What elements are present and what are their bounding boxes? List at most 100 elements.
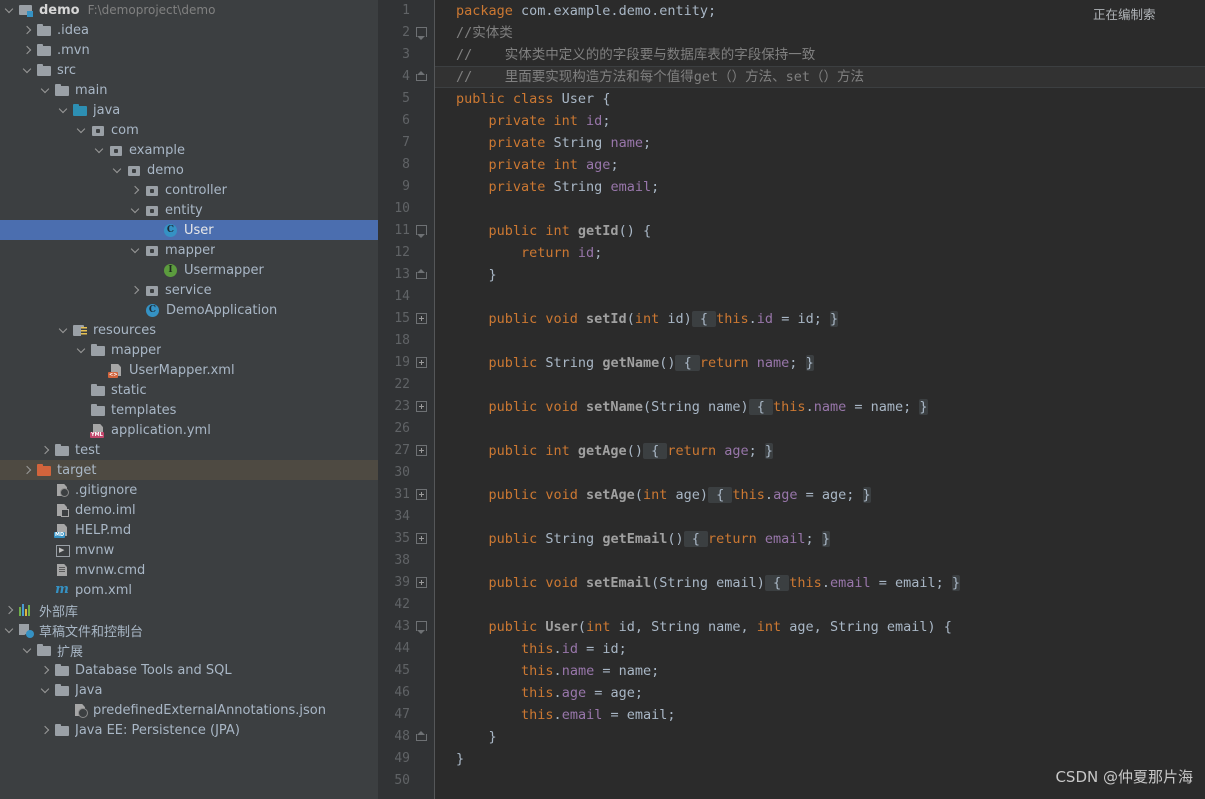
tree-node-controller[interactable]: controller [0, 180, 378, 200]
tree-node-example[interactable]: example [0, 140, 378, 160]
gutter-line[interactable]: 5 [378, 88, 434, 110]
gutter-line[interactable]: 31 [378, 484, 434, 506]
gutter-line[interactable]: 7 [378, 132, 434, 154]
tree-node-demo[interactable]: demo F:\demoproject\demo [0, 0, 378, 20]
gutter-line[interactable]: 18 [378, 330, 434, 352]
chevron-down-icon[interactable] [76, 125, 87, 136]
code-line[interactable]: public String getEmail() { return email;… [434, 528, 1205, 550]
tree-node-java[interactable]: Java [0, 680, 378, 700]
tree-node-static[interactable]: static [0, 380, 378, 400]
fold-plus-icon[interactable] [416, 577, 427, 588]
code-line[interactable] [434, 198, 1205, 220]
chevron-down-icon[interactable] [130, 205, 141, 216]
code-line[interactable] [434, 374, 1205, 396]
code-line[interactable]: public User(int id, String name, int age… [434, 616, 1205, 638]
code-line[interactable]: public int getId() { [434, 220, 1205, 242]
gutter-line[interactable]: 34 [378, 506, 434, 528]
tree-node-mapper[interactable]: mapper [0, 240, 378, 260]
code-line[interactable]: public void setId(int id) { this.id = id… [434, 308, 1205, 330]
chevron-down-icon[interactable] [94, 145, 105, 156]
gutter-line[interactable]: 49 [378, 748, 434, 770]
code-editor[interactable]: package com.example.demo.entity; //实体类 // … [434, 0, 1205, 799]
tree-node-entity[interactable]: entity [0, 200, 378, 220]
code-line[interactable]: //实体类 [434, 22, 1205, 44]
gutter-line[interactable]: 44 [378, 638, 434, 660]
tree-node-demo-iml[interactable]: demo.iml [0, 500, 378, 520]
chevron-down-icon[interactable] [112, 165, 123, 176]
code-line[interactable] [434, 462, 1205, 484]
gutter-line[interactable]: 46 [378, 682, 434, 704]
chevron-down-icon[interactable] [22, 645, 33, 656]
gutter-line[interactable]: 12 [378, 242, 434, 264]
fold-plus-icon[interactable] [416, 489, 427, 500]
tree-node-mvnw-cmd[interactable]: mvnw.cmd [0, 560, 378, 580]
code-line[interactable]: public void setEmail(String email) { thi… [434, 572, 1205, 594]
tree-node-templates[interactable]: templates [0, 400, 378, 420]
code-line[interactable] [434, 286, 1205, 308]
editor-gutter[interactable]: 1 2 3 4 5 6 7 8 9 10 11 12 13 14 15 18 19 22 23 26 27 30 31 34 3… [378, 0, 434, 799]
tree-node-[interactable]: 扩展 [0, 640, 378, 660]
tree-node-database-tools-and-sql[interactable]: Database Tools and SQL [0, 660, 378, 680]
chevron-right-icon[interactable] [40, 725, 51, 736]
gutter-line[interactable]: 3 [378, 44, 434, 66]
chevron-right-icon[interactable] [40, 665, 51, 676]
tree-node-target[interactable]: target [0, 460, 378, 480]
chevron-right-icon[interactable] [40, 445, 51, 456]
gutter-line[interactable]: 27 [378, 440, 434, 462]
code-line[interactable] [434, 550, 1205, 572]
tree-node-[interactable]: 草稿文件和控制台 [0, 620, 378, 640]
gutter-line[interactable]: 48 [378, 726, 434, 748]
fold-start-icon[interactable] [416, 27, 427, 40]
code-line[interactable]: this.age = age; [434, 682, 1205, 704]
tree-node-java-ee-persistence-jpa[interactable]: Java EE: Persistence (JPA) [0, 720, 378, 740]
tree-node-usermapper-xml[interactable]: <> UserMapper.xml [0, 360, 378, 380]
tree-node-predefinedexternalannotations-json[interactable]: predefinedExternalAnnotations.json [0, 700, 378, 720]
chevron-down-icon[interactable] [4, 5, 15, 16]
gutter-line[interactable]: 19 [378, 352, 434, 374]
chevron-down-icon[interactable] [58, 325, 69, 336]
chevron-right-icon[interactable] [22, 45, 33, 56]
code-line[interactable]: package com.example.demo.entity; [434, 0, 1205, 22]
gutter-line[interactable]: 13 [378, 264, 434, 286]
fold-start-icon[interactable] [416, 621, 427, 634]
gutter-line[interactable]: 4 [378, 66, 434, 88]
gutter-line[interactable]: 43 [378, 616, 434, 638]
gutter-line[interactable]: 14 [378, 286, 434, 308]
code-line[interactable]: this.id = id; [434, 638, 1205, 660]
gutter-line[interactable]: 2 [378, 22, 434, 44]
chevron-right-icon[interactable] [22, 465, 33, 476]
fold-plus-icon[interactable] [416, 533, 427, 544]
gutter-line[interactable]: 45 [378, 660, 434, 682]
fold-plus-icon[interactable] [416, 445, 427, 456]
fold-end-icon[interactable] [416, 731, 427, 742]
tree-node-resources[interactable]: resources [0, 320, 378, 340]
tree-node-test[interactable]: test [0, 440, 378, 460]
gutter-line[interactable]: 6 [378, 110, 434, 132]
tree-node-mvn[interactable]: .mvn [0, 40, 378, 60]
code-line[interactable] [434, 594, 1205, 616]
tree-node-service[interactable]: service [0, 280, 378, 300]
code-line[interactable]: public void setAge(int age) { this.age =… [434, 484, 1205, 506]
gutter-line[interactable]: 10 [378, 198, 434, 220]
fold-end-icon[interactable] [416, 71, 427, 82]
tree-node-com[interactable]: com [0, 120, 378, 140]
gutter-line[interactable]: 15 [378, 308, 434, 330]
chevron-down-icon[interactable] [4, 625, 15, 636]
tree-node-usermapper[interactable]: I Usermapper [0, 260, 378, 280]
gutter-line[interactable]: 11 [378, 220, 434, 242]
gutter-line[interactable]: 35 [378, 528, 434, 550]
fold-plus-icon[interactable] [416, 401, 427, 412]
gutter-line[interactable]: 8 [378, 154, 434, 176]
fold-end-icon[interactable] [416, 269, 427, 280]
chevron-down-icon[interactable] [22, 65, 33, 76]
chevron-down-icon[interactable] [58, 105, 69, 116]
chevron-right-icon[interactable] [130, 185, 141, 196]
fold-start-icon[interactable] [416, 225, 427, 238]
tree-node-help-md[interactable]: MD HELP.md [0, 520, 378, 540]
code-line[interactable] [434, 330, 1205, 352]
code-line[interactable]: public void setName(String name) { this.… [434, 396, 1205, 418]
tree-node-pom-xml[interactable]: m pom.xml [0, 580, 378, 600]
tree-node-java[interactable]: java [0, 100, 378, 120]
tree-node-mapper[interactable]: mapper [0, 340, 378, 360]
code-line[interactable]: private String name; [434, 132, 1205, 154]
